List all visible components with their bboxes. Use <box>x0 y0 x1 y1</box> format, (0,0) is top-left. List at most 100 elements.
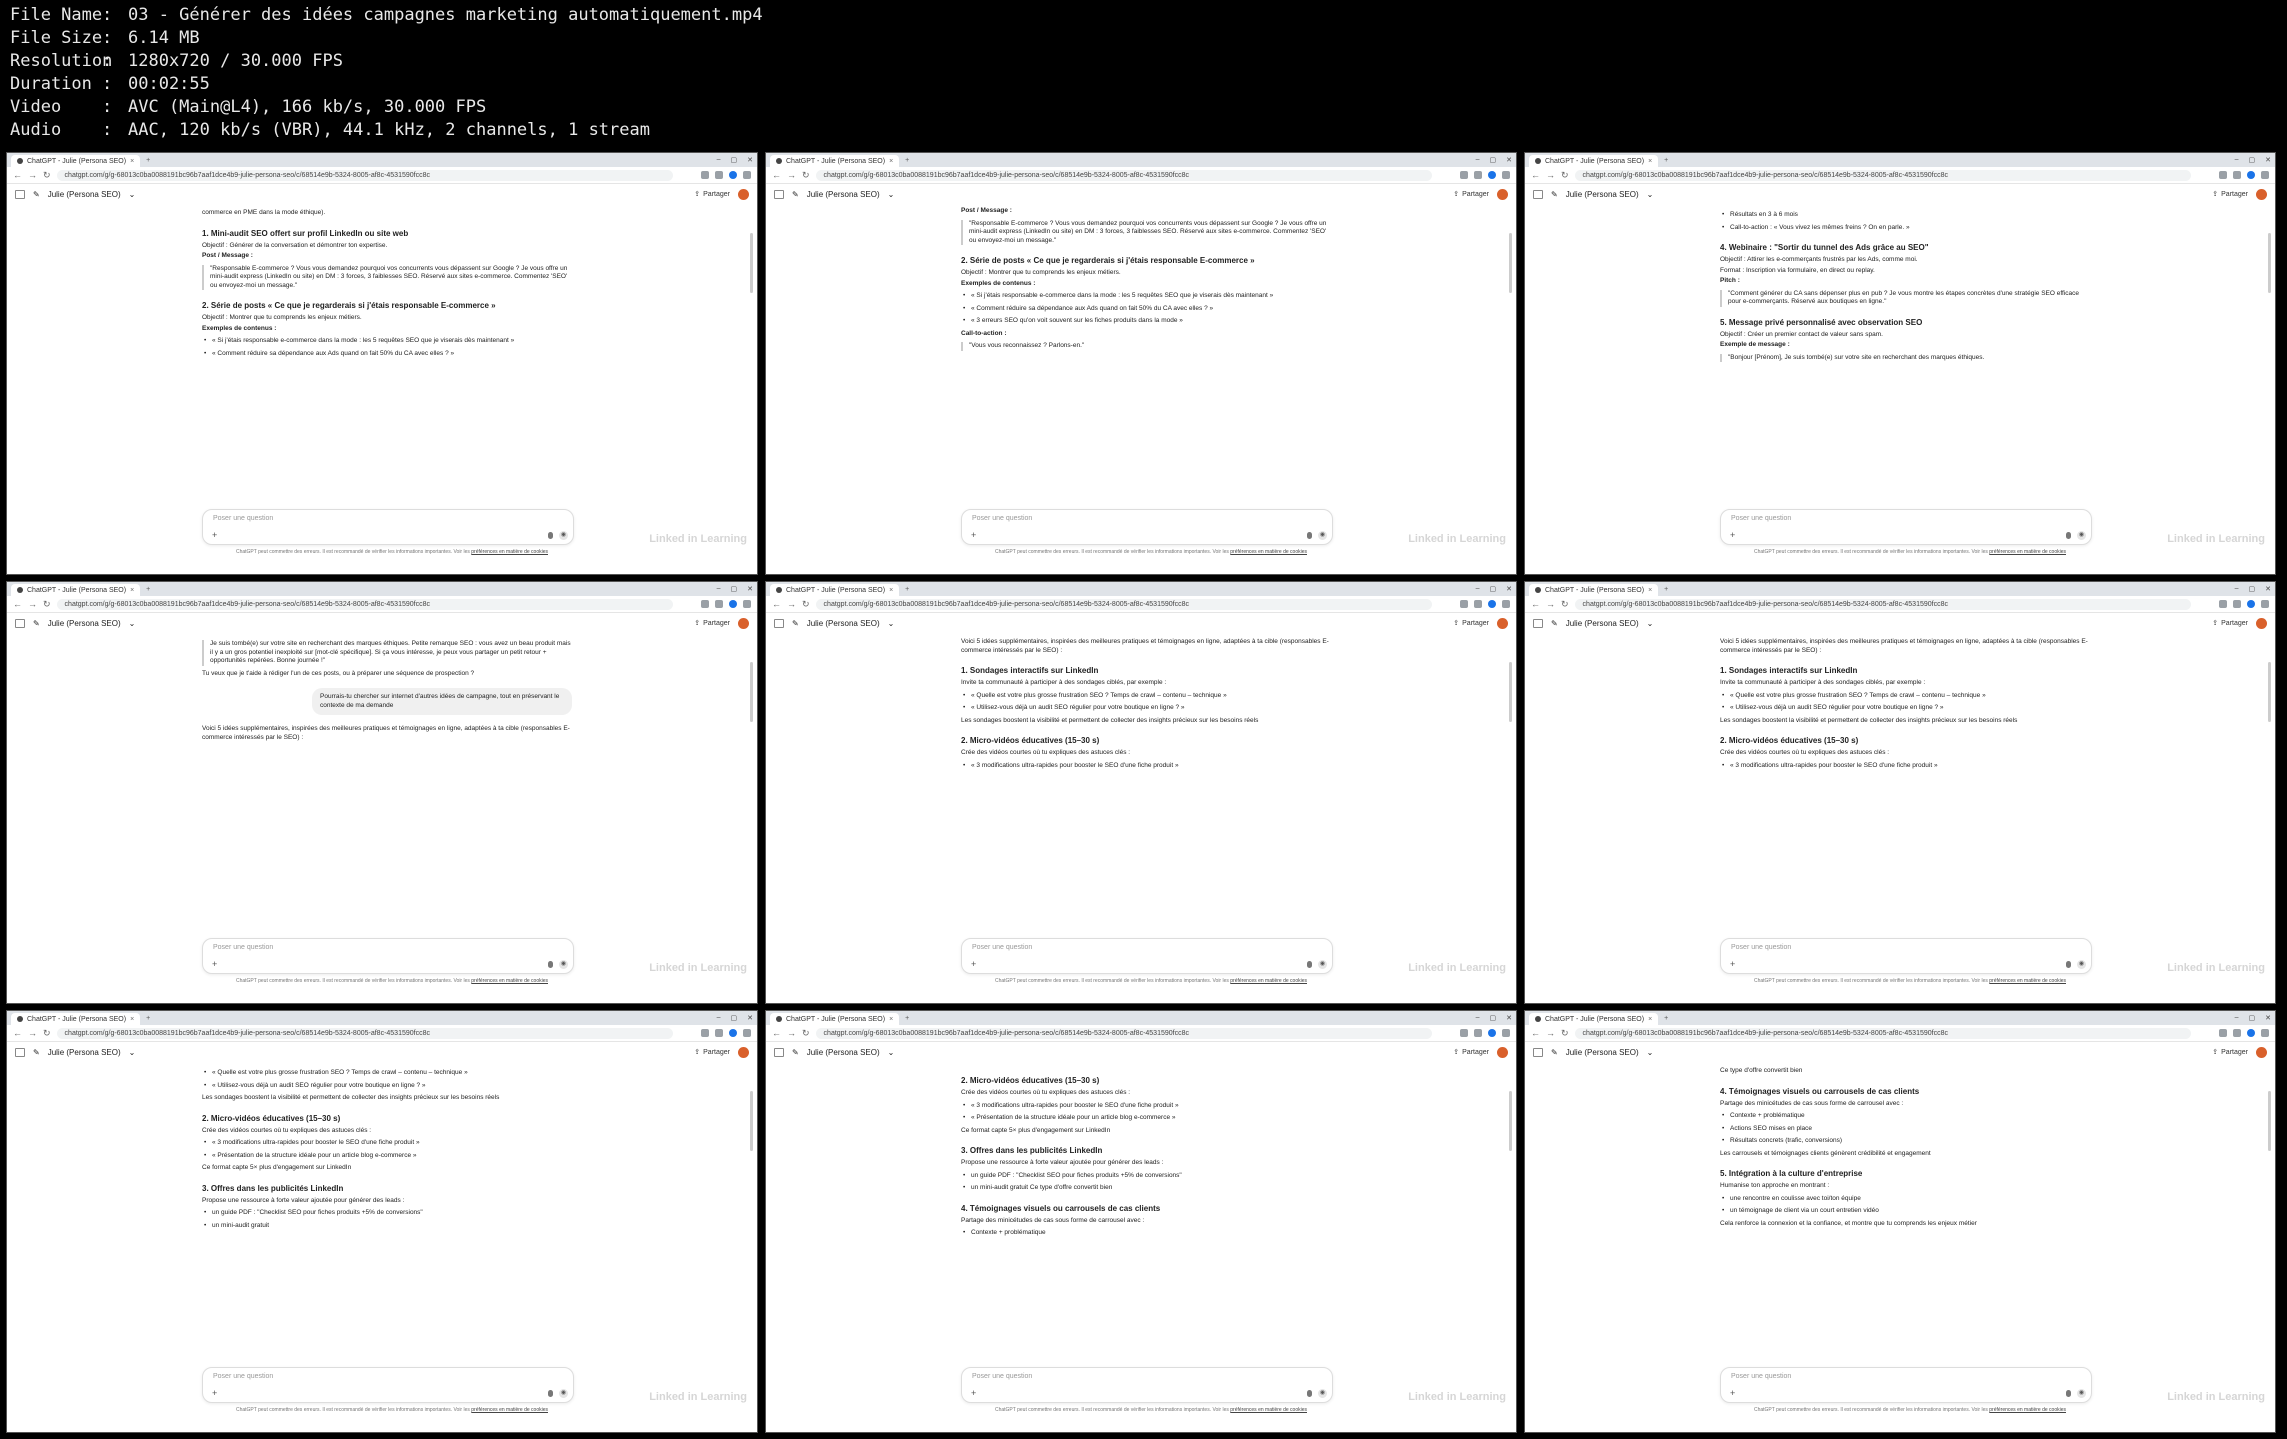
url-input[interactable]: chatgpt.com/g/g-68013c0ba0088191bc96b7aa… <box>1574 169 2191 181</box>
minimize-icon[interactable]: – <box>2235 1014 2239 1022</box>
microphone-icon[interactable] <box>2066 532 2071 539</box>
reload-icon[interactable]: ↻ <box>1561 170 1569 181</box>
chat-input[interactable]: Poser une question + ◉ <box>961 1367 1333 1403</box>
new-tab-icon[interactable]: + <box>146 157 150 164</box>
scrollbar[interactable] <box>750 233 753 293</box>
bookmark-star-icon[interactable] <box>2219 1029 2227 1037</box>
back-icon[interactable]: ← <box>772 599 781 609</box>
new-tab-icon[interactable]: + <box>905 157 909 164</box>
reload-icon[interactable]: ↻ <box>802 170 810 181</box>
gpt-name[interactable]: Julie (Persona SEO) <box>1566 1048 1639 1057</box>
voice-mode-button[interactable]: ◉ <box>559 960 568 969</box>
scrollbar[interactable] <box>1509 1091 1512 1151</box>
close-window-icon[interactable]: ✕ <box>2265 156 2271 164</box>
extensions-icon[interactable] <box>2233 171 2241 179</box>
maximize-icon[interactable]: ▢ <box>731 585 738 593</box>
close-tab-icon[interactable]: × <box>130 158 134 165</box>
gpt-name[interactable]: Julie (Persona SEO) <box>807 190 880 199</box>
attach-plus-icon[interactable]: + <box>971 959 976 969</box>
reload-icon[interactable]: ↻ <box>1561 599 1569 610</box>
voice-mode-button[interactable]: ◉ <box>559 1389 568 1398</box>
bookmark-star-icon[interactable] <box>701 1029 709 1037</box>
forward-icon[interactable]: → <box>1546 170 1555 180</box>
sidebar-toggle-icon[interactable] <box>1533 1047 1543 1057</box>
url-input[interactable]: chatgpt.com/g/g-68013c0ba0088191bc96b7aa… <box>1574 1027 2191 1039</box>
bookmark-star-icon[interactable] <box>1460 600 1468 608</box>
user-avatar[interactable] <box>1497 1046 1508 1058</box>
attach-plus-icon[interactable]: + <box>971 1388 976 1398</box>
minimize-icon[interactable]: – <box>717 585 721 593</box>
cookie-preferences-link[interactable]: préférences en matière de cookies <box>1230 549 1307 555</box>
forward-icon[interactable]: → <box>28 1028 37 1038</box>
user-avatar[interactable] <box>1497 617 1508 629</box>
back-icon[interactable]: ← <box>13 1028 22 1038</box>
sidebar-toggle-icon[interactable] <box>15 1047 25 1057</box>
microphone-icon[interactable] <box>548 1390 553 1397</box>
back-icon[interactable]: ← <box>1531 599 1540 609</box>
browser-tab[interactable]: ChatGPT - Julie (Persona SEO) × <box>1529 1013 1659 1025</box>
minimize-icon[interactable]: – <box>2235 156 2239 164</box>
bookmark-star-icon[interactable] <box>1460 1029 1468 1037</box>
browser-tab[interactable]: ChatGPT - Julie (Persona SEO) × <box>11 1013 141 1025</box>
scrollbar[interactable] <box>2268 662 2271 722</box>
sidebar-toggle-icon[interactable] <box>1533 189 1543 199</box>
new-chat-icon[interactable]: ✎ <box>792 619 799 628</box>
scrollbar[interactable] <box>2268 233 2271 293</box>
url-input[interactable]: chatgpt.com/g/g-68013c0ba0088191bc96b7aa… <box>56 1027 673 1039</box>
share-button[interactable]: ⇪ Partager <box>694 619 730 628</box>
extensions-icon[interactable] <box>715 600 723 608</box>
forward-icon[interactable]: → <box>787 170 796 180</box>
chat-input[interactable]: Poser une question + ◉ <box>202 938 574 974</box>
microphone-icon[interactable] <box>1307 532 1312 539</box>
scrollbar[interactable] <box>750 1091 753 1151</box>
new-chat-icon[interactable]: ✎ <box>1551 1048 1558 1057</box>
browser-tab[interactable]: ChatGPT - Julie (Persona SEO) × <box>770 584 900 596</box>
new-chat-icon[interactable]: ✎ <box>792 190 799 199</box>
reload-icon[interactable]: ↻ <box>1561 1028 1569 1039</box>
close-window-icon[interactable]: ✕ <box>747 156 753 164</box>
sidebar-toggle-icon[interactable] <box>15 189 25 199</box>
chat-input[interactable]: Poser une question + ◉ <box>1720 1367 2092 1403</box>
attach-plus-icon[interactable]: + <box>212 959 217 969</box>
gpt-name[interactable]: Julie (Persona SEO) <box>48 190 121 199</box>
profile-icon[interactable] <box>1488 171 1496 179</box>
voice-mode-button[interactable]: ◉ <box>1318 531 1327 540</box>
forward-icon[interactable]: → <box>1546 599 1555 609</box>
maximize-icon[interactable]: ▢ <box>2249 1014 2256 1022</box>
voice-mode-button[interactable]: ◉ <box>2077 531 2086 540</box>
menu-dots-icon[interactable] <box>743 600 751 608</box>
close-tab-icon[interactable]: × <box>1648 1016 1652 1023</box>
chat-input[interactable]: Poser une question + ◉ <box>961 938 1333 974</box>
url-input[interactable]: chatgpt.com/g/g-68013c0ba0088191bc96b7aa… <box>815 1027 1432 1039</box>
maximize-icon[interactable]: ▢ <box>2249 585 2256 593</box>
browser-tab[interactable]: ChatGPT - Julie (Persona SEO) × <box>11 155 141 167</box>
minimize-icon[interactable]: – <box>1476 156 1480 164</box>
extensions-icon[interactable] <box>2233 600 2241 608</box>
attach-plus-icon[interactable]: + <box>1730 959 1735 969</box>
cookie-preferences-link[interactable]: préférences en matière de cookies <box>1989 549 2066 555</box>
share-button[interactable]: ⇪ Partager <box>1453 619 1489 628</box>
new-tab-icon[interactable]: + <box>905 586 909 593</box>
user-avatar[interactable] <box>738 1046 749 1058</box>
voice-mode-button[interactable]: ◉ <box>2077 1389 2086 1398</box>
reload-icon[interactable]: ↻ <box>802 599 810 610</box>
sidebar-toggle-icon[interactable] <box>774 618 784 628</box>
new-tab-icon[interactable]: + <box>905 1015 909 1022</box>
new-tab-icon[interactable]: + <box>146 1015 150 1022</box>
sidebar-toggle-icon[interactable] <box>774 189 784 199</box>
extensions-icon[interactable] <box>1474 171 1482 179</box>
browser-tab[interactable]: ChatGPT - Julie (Persona SEO) × <box>1529 584 1659 596</box>
browser-tab[interactable]: ChatGPT - Julie (Persona SEO) × <box>770 1013 900 1025</box>
attach-plus-icon[interactable]: + <box>971 530 976 540</box>
menu-dots-icon[interactable] <box>743 1029 751 1037</box>
user-avatar[interactable] <box>2256 617 2267 629</box>
minimize-icon[interactable]: – <box>717 1014 721 1022</box>
profile-icon[interactable] <box>2247 171 2255 179</box>
cookie-preferences-link[interactable]: préférences en matière de cookies <box>471 978 548 984</box>
url-input[interactable]: chatgpt.com/g/g-68013c0ba0088191bc96b7aa… <box>815 598 1432 610</box>
new-tab-icon[interactable]: + <box>1664 157 1668 164</box>
gpt-name[interactable]: Julie (Persona SEO) <box>807 1048 880 1057</box>
profile-icon[interactable] <box>729 600 737 608</box>
chat-input[interactable]: Poser une question + ◉ <box>961 509 1333 545</box>
profile-icon[interactable] <box>1488 600 1496 608</box>
